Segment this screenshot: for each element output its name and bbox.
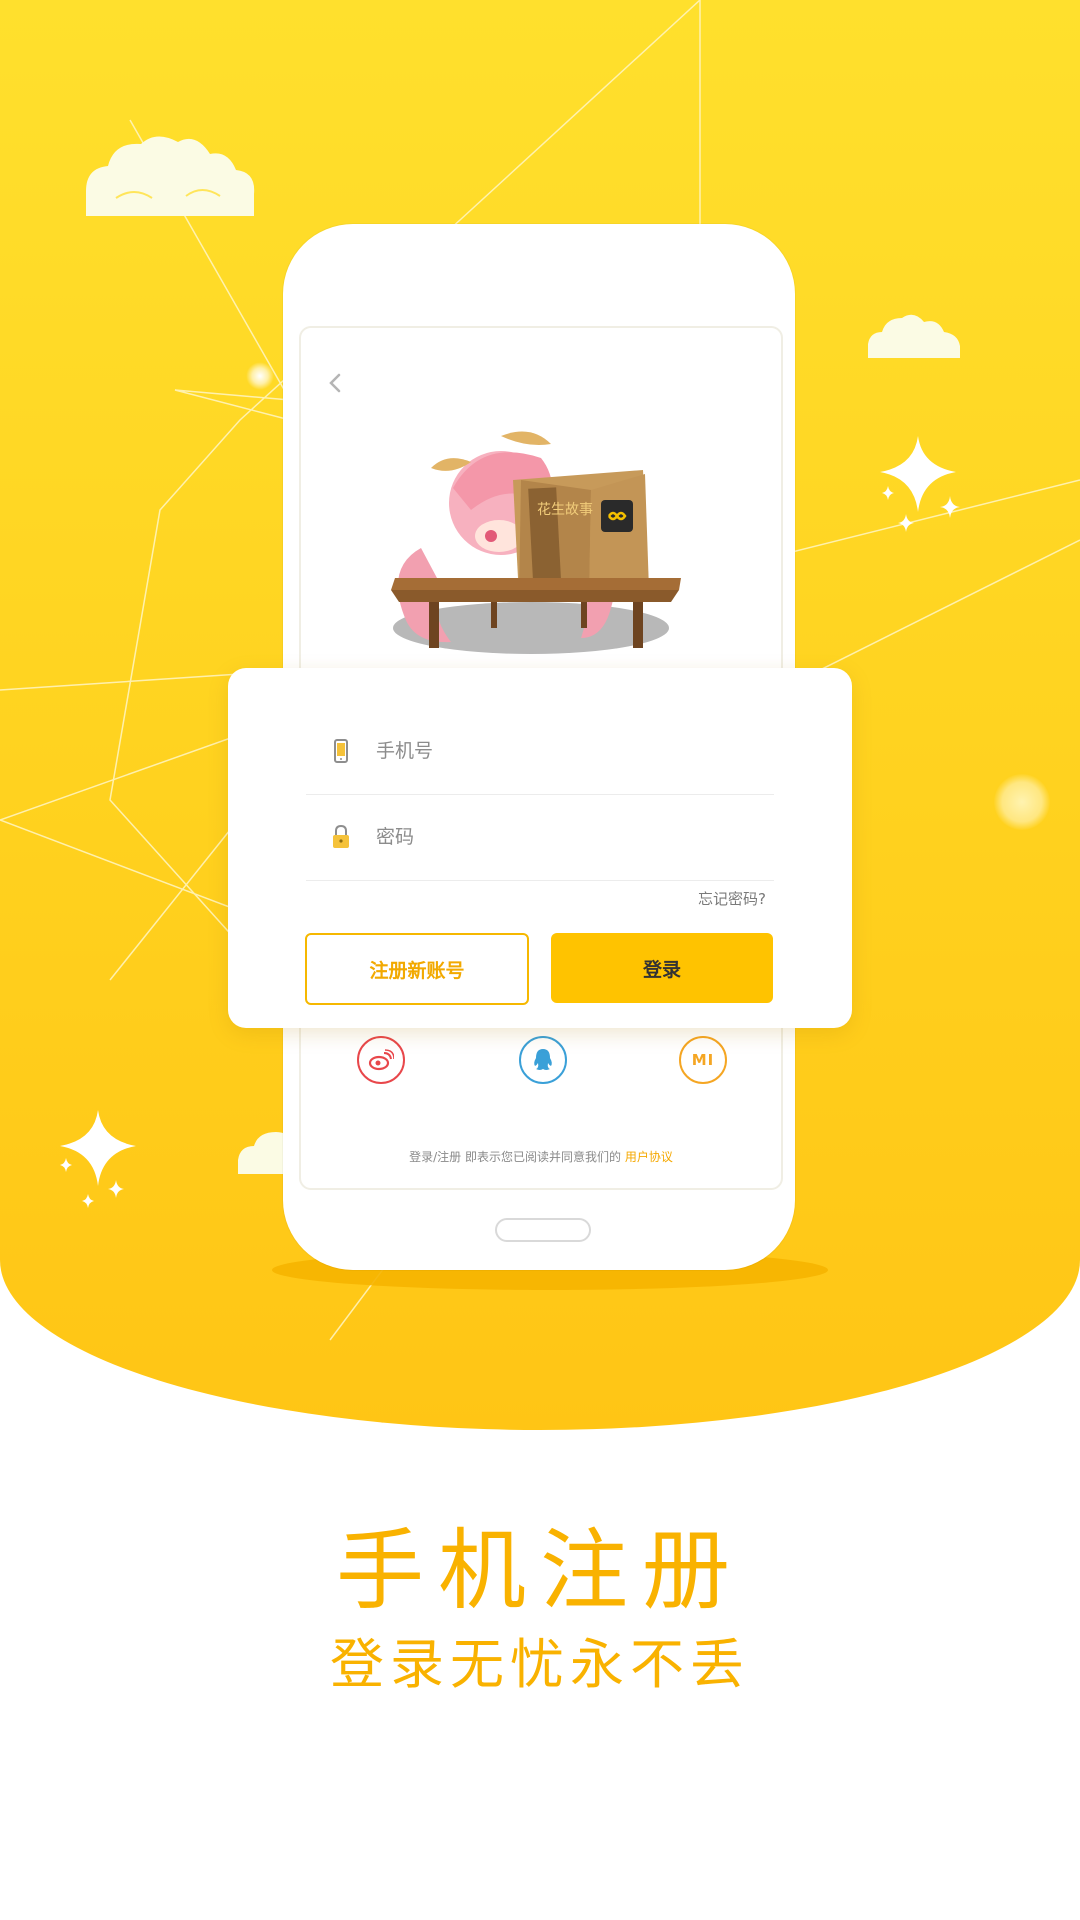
book-cover-text: 花生故事 (537, 502, 593, 518)
sparkle-icon (880, 436, 960, 532)
glow-dot (994, 774, 1050, 830)
cloud-icon (868, 314, 960, 358)
social-login-row: MI (301, 1036, 781, 1086)
back-arrow-icon[interactable] (323, 368, 349, 398)
home-button (495, 1218, 591, 1242)
lock-icon (333, 824, 349, 848)
password-input[interactable] (376, 794, 756, 880)
weibo-icon (368, 1049, 394, 1071)
qq-icon (534, 1049, 552, 1070)
promo-subline: 登录无忧永不丢 (330, 1633, 750, 1696)
phone-input[interactable] (376, 708, 756, 794)
xiaomi-icon: MI (691, 1051, 715, 1069)
agreement-notice: 登录/注册 即表示您已阅读并同意我们的 用户协议 (301, 1148, 781, 1165)
forgot-password-link[interactable]: 忘记密码? (698, 888, 766, 909)
promo-headline: 手机注册 (335, 1519, 744, 1622)
weibo-login-button[interactable] (357, 1036, 405, 1084)
hero-background: 花生故事 MI 登录/注册 即表示您已阅读并同意我们的 用户协议 手机号 忘记密… (0, 0, 1080, 1430)
register-button[interactable]: 注册新账号 (305, 933, 529, 1005)
cloud-icon (86, 136, 255, 216)
sparkle-icon (60, 1110, 136, 1208)
login-card: 忘记密码? 注册新账号 登录 (228, 668, 852, 1028)
mascot-reading-illustration: 花生故事 (391, 431, 681, 654)
phone-icon (334, 739, 348, 763)
xiaomi-login-button[interactable]: MI (679, 1036, 727, 1084)
phone-field (306, 708, 774, 795)
password-field (306, 794, 774, 881)
user-agreement-link[interactable]: 用户协议 (625, 1150, 673, 1164)
login-button[interactable]: 登录 (551, 933, 773, 1003)
qq-login-button[interactable] (519, 1036, 567, 1084)
agreement-text: 登录/注册 即表示您已阅读并同意我们的 (409, 1150, 621, 1164)
glow-dot (246, 362, 274, 390)
